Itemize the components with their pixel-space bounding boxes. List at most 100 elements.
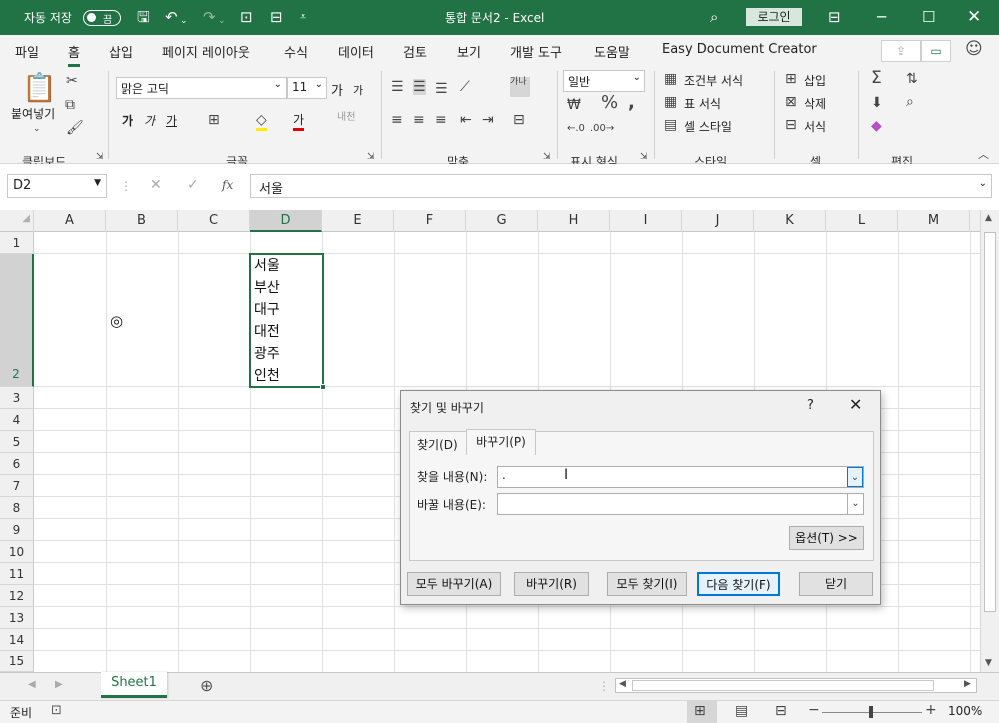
enter-icon[interactable]: ✓ [187,177,199,193]
zoom-in-icon[interactable]: + [925,702,937,718]
normal-view-icon[interactable]: ⊞ [694,703,706,719]
zoom-slider-thumb[interactable] [869,706,873,718]
column-header[interactable]: A [34,210,106,232]
delete-cells-icon[interactable]: ⊠ [785,94,797,110]
options-button[interactable]: 옵션(T) >> [789,526,864,550]
insert-cells-icon[interactable]: ⊞ [785,71,797,87]
column-header[interactable]: J [682,210,754,232]
replace-button[interactable]: 바꾸기(R) [514,572,589,596]
scroll-left-icon[interactable]: ◀ [619,679,626,689]
italic-button[interactable]: 가 [144,112,155,129]
fill-icon[interactable]: ⬇ [871,95,883,111]
column-header[interactable]: H [538,210,610,232]
tab-help[interactable]: 도움말 [594,42,630,61]
fill-handle[interactable] [320,384,326,390]
scroll-up-icon[interactable]: ▲ [985,213,992,223]
percent-icon[interactable]: % [601,94,618,112]
active-cell-d2[interactable]: 서울 부산 대구 대전 광주 인천 [249,253,326,390]
redo-icon[interactable]: ↷ [203,8,216,26]
insert-function-button[interactable]: fx [222,178,233,192]
vertical-scrollbar[interactable]: ▲ ▼ [980,210,999,672]
close-window-icon[interactable]: ✕ [967,8,981,26]
cell-b2[interactable]: ◎ [110,310,123,332]
scroll-right-icon[interactable]: ▶ [964,679,971,689]
row-header[interactable]: 5 [0,431,34,453]
formula-input[interactable]: 서울 ⌄ [250,174,992,198]
help-button[interactable]: ? [807,398,814,413]
add-sheet-icon[interactable]: ⊕ [200,676,213,695]
comments-icon[interactable]: ▭ [921,40,951,62]
redo-dropdown-icon[interactable]: ⌄ [218,12,226,30]
tab-data[interactable]: 데이터 [338,42,374,61]
grow-font-button[interactable]: 가 [331,80,343,99]
font-launcher-icon[interactable]: ⇲ [367,149,375,165]
fill-color-icon[interactable]: ◇ [256,112,267,131]
cancel-icon[interactable]: ✕ [150,177,162,193]
scroll-down-icon[interactable]: ▼ [985,658,992,668]
horizontal-scrollbar[interactable]: ◀ ▶ [615,678,977,693]
row-header[interactable]: 7 [0,475,34,497]
scroll-thumb[interactable] [984,232,996,612]
accounting-format-icon[interactable]: ₩ [567,97,581,113]
shrink-font-button[interactable]: 가 [353,82,363,98]
zoom-out-icon[interactable]: − [808,702,820,718]
font-name-dropdown[interactable]: 맑은 고딕 ⌄ [116,77,287,99]
align-middle-icon[interactable]: ☰ [413,79,426,95]
align-center-icon[interactable]: ≡ [413,112,425,128]
decrease-decimal-icon[interactable]: .00→ [590,121,614,137]
row-header[interactable]: 8 [0,497,34,519]
column-header[interactable]: K [754,210,826,232]
copy-icon[interactable]: ⧉ [65,97,75,113]
select-all-corner[interactable]: ◢ [0,210,34,232]
layout-icon[interactable]: ⊟ [270,8,283,26]
minimize-icon[interactable]: ─ [877,8,886,26]
cell-styles-button[interactable]: 셀 스타일 [684,118,732,135]
format-painter-icon[interactable]: 🖌 [66,120,84,136]
number-launcher-icon[interactable]: ⇲ [640,149,648,165]
orientation-icon[interactable]: ⟋ [460,79,470,95]
find-next-button[interactable]: 다음 찾기(F) [697,572,780,596]
column-header[interactable]: B [106,210,178,232]
ribbon-display-icon[interactable]: ⊟ [828,8,841,26]
tab-replace[interactable]: 바꾸기(P) [466,429,536,455]
row-header[interactable]: 12 [0,585,34,607]
prev-sheet-icon[interactable]: ◀ [28,679,36,690]
column-header[interactable]: G [466,210,538,232]
column-header[interactable]: M [898,210,970,232]
zoom-level[interactable]: 100% [948,704,982,718]
number-format-dropdown[interactable]: 일반 ⌄ [563,70,645,92]
clipboard-launcher-icon[interactable]: ⇲ [96,149,104,165]
comma-style-icon[interactable]: , [628,94,635,112]
align-right-icon[interactable]: ≡ [435,112,447,128]
paste-dropdown-icon[interactable]: ⌄ [33,121,41,137]
column-header[interactable]: L [826,210,898,232]
row-header[interactable]: 2 [0,254,34,387]
delete-cells-button[interactable]: 삭제 [804,95,826,112]
row-header[interactable]: 13 [0,607,34,629]
page-layout-view-icon[interactable]: ▤ [735,703,748,719]
format-table-icon[interactable]: ▦ [664,94,677,110]
tab-formulas[interactable]: 수식 [284,42,308,61]
autosum-icon[interactable]: Σ [871,70,882,87]
align-left-icon[interactable]: ≡ [391,112,403,128]
paste-icon[interactable]: 📋 [22,73,57,103]
column-header[interactable]: I [610,210,682,232]
new-sheet-icon[interactable]: ⊡ [240,8,253,26]
macro-record-icon[interactable]: ⊡ [51,703,62,718]
merge-center-icon[interactable]: ⊟ [513,112,525,128]
row-header[interactable]: 15 [0,651,34,672]
tab-easy-document-creator[interactable]: Easy Document Creator [662,42,817,57]
replace-all-button[interactable]: 모두 바꾸기(A) [407,572,501,596]
login-button[interactable]: 로그인 [746,8,802,26]
bold-button[interactable]: 가 [122,112,133,129]
format-cells-button[interactable]: 서식 [804,118,826,135]
font-color-button[interactable]: 가 [293,111,305,131]
row-header[interactable]: 10 [0,541,34,563]
column-header[interactable]: F [394,210,466,232]
replace-input[interactable]: ⌄ [497,493,864,515]
tab-page-layout[interactable]: 페이지 레이아웃 [162,42,250,61]
next-sheet-icon[interactable]: ▶ [55,679,63,690]
name-box[interactable]: D2 ▼ [7,174,107,198]
close-button[interactable]: 닫기 [799,572,873,596]
align-top-icon[interactable]: ☰ [391,79,404,95]
